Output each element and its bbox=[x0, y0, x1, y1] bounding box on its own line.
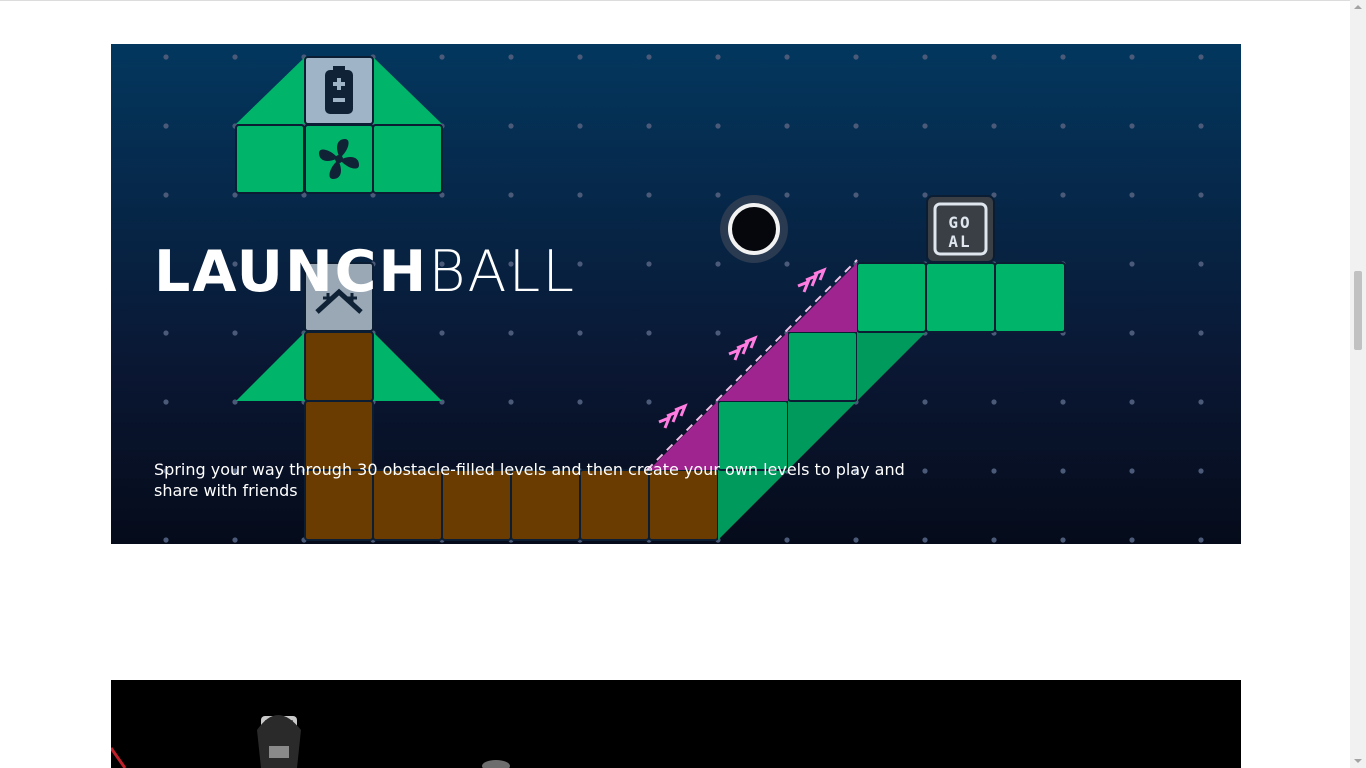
feature-title-light: BALL bbox=[428, 239, 577, 305]
top-divider bbox=[0, 0, 1350, 1]
launchball-feature-card[interactable]: GO AL LAUNCHBALL Spring your way through… bbox=[111, 44, 1241, 544]
goal-label-top: GO bbox=[948, 213, 971, 232]
feature-description: Spring your way through 30 obstacle-fill… bbox=[154, 460, 905, 500]
scroll-down-arrow-icon[interactable] bbox=[1354, 759, 1362, 763]
scroll-thumb[interactable] bbox=[1354, 271, 1362, 350]
small-object-icon bbox=[482, 760, 510, 768]
goal-label-bottom: AL bbox=[948, 232, 971, 251]
next-feature-illustration bbox=[111, 715, 510, 768]
next-feature-card[interactable] bbox=[111, 680, 1241, 768]
ball-icon bbox=[720, 195, 788, 263]
feature-title-bold: LAUNCH bbox=[154, 239, 429, 305]
battery-icon bbox=[325, 66, 353, 114]
object-icon bbox=[257, 715, 301, 768]
goal-tile: GO AL bbox=[926, 195, 995, 263]
page-scrollbar[interactable] bbox=[1350, 0, 1366, 768]
scroll-up-arrow-icon[interactable] bbox=[1354, 5, 1362, 9]
feature-title: LAUNCHBALL bbox=[154, 241, 576, 303]
